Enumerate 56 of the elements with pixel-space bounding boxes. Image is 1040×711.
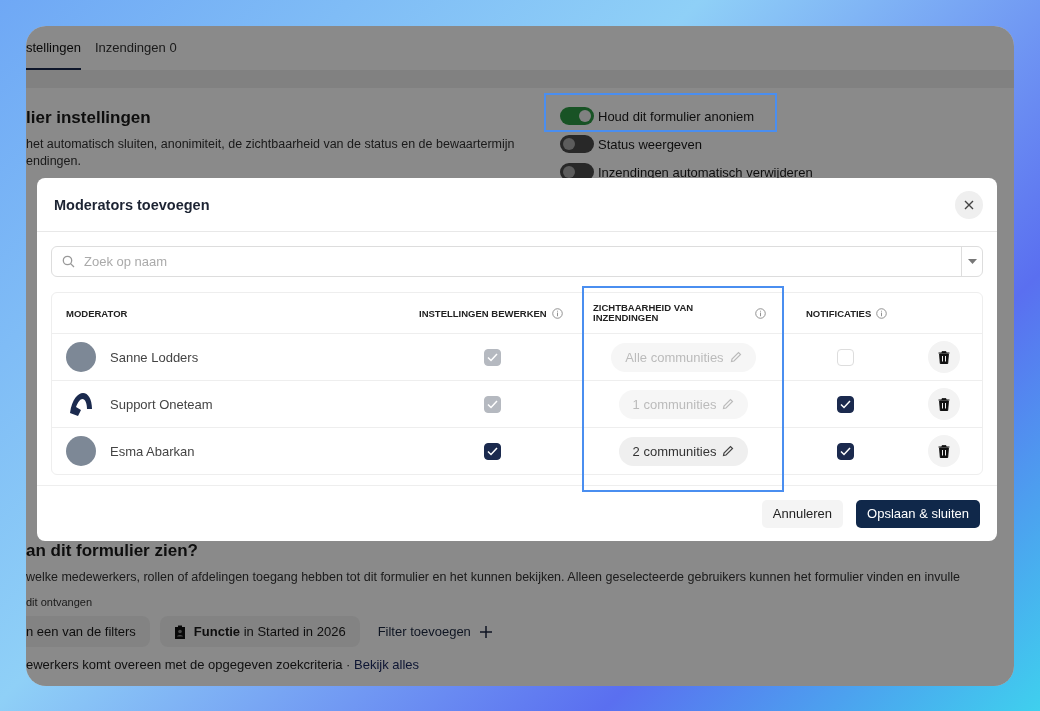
section-title: an dit formulier zien? <box>26 541 199 561</box>
dialog-button[interactable]: Opslaan & sluiten <box>856 499 980 528</box>
checkbox[interactable] <box>836 442 854 460</box>
check-icon <box>486 446 498 456</box>
info-icon <box>755 307 766 319</box>
pencil-icon <box>722 398 735 410</box>
modal-title: Moderators toevoegen <box>54 196 210 213</box>
section-description: het automatisch sluiten, anonimiteit, de zichtbaarheid van de status en de bewaartermijn endingen. <box>26 136 516 170</box>
toggle-switch[interactable] <box>560 107 594 125</box>
toggle-switch[interactable] <box>560 135 594 153</box>
pencil-icon <box>729 351 742 363</box>
column-header: NOTIFICATIES <box>806 307 872 319</box>
column-header: ZICHTBAARHEID VAN INZENDINGEN <box>593 303 695 323</box>
dialog-button[interactable]: Annuleren <box>761 499 844 528</box>
info-icon <box>876 307 888 319</box>
plus-icon <box>478 624 493 639</box>
toggle-label: Status weergeven <box>598 136 703 152</box>
check-icon <box>839 399 851 409</box>
check-icon <box>839 446 851 456</box>
toggle-label: Houd dit formulier anoniem <box>598 108 755 124</box>
pencil-icon <box>722 445 735 457</box>
close-icon <box>964 199 974 210</box>
check-icon <box>486 352 498 362</box>
result-text: ewerkers komt overeen met de opgegeven zoekcriteria · <box>26 657 352 672</box>
delete-button[interactable] <box>928 388 960 420</box>
avatar <box>66 342 96 372</box>
close-button[interactable] <box>955 190 983 219</box>
filter-chip[interactable]: Functie in Started in 2026 <box>159 616 360 647</box>
delete-button[interactable] <box>928 435 960 467</box>
avatar <box>66 436 96 466</box>
moderator-name: Support Oneteam <box>110 396 213 412</box>
info-icon <box>551 307 563 319</box>
section-description: welke medewerkers, rollen of afdelingen toegang hebben tot dit formulier en het kunnen bekijken. Alleen geselecteerde gebruikers kunnen het formulier vinden en invulle <box>26 570 961 584</box>
delete-button[interactable] <box>928 341 960 373</box>
search-icon <box>62 255 75 268</box>
tab[interactable]: Inzendingen 0 <box>94 26 177 70</box>
check-icon <box>486 399 498 409</box>
section-title: lier instellingen <box>26 108 152 128</box>
column-header: MODERATOR <box>66 307 128 319</box>
communities-button[interactable]: 2 communities <box>618 436 749 466</box>
moderator-name: Esma Abarkan <box>110 443 195 459</box>
trash-icon <box>938 350 950 364</box>
moderator-name: Sanne Lodders <box>110 349 199 365</box>
filter-chip[interactable]: n een van de filters <box>26 616 150 647</box>
add-filter-button[interactable]: Filter toevoegen <box>369 624 501 639</box>
trash-icon <box>938 397 950 411</box>
field-label: dit ontvangen <box>26 596 94 608</box>
checkbox[interactable] <box>483 442 501 460</box>
toggle-label: Inzendingen automatisch verwijderen <box>598 164 813 180</box>
column-header: INSTELLINGEN BEWERKEN <box>419 307 547 319</box>
checkbox[interactable] <box>836 395 854 413</box>
search-field[interactable]: Zoek op naam <box>51 246 983 277</box>
view-all-link[interactable]: Bekijk alles <box>354 657 420 672</box>
caret-icon <box>967 259 977 264</box>
trash-icon <box>938 444 950 458</box>
id-badge-icon <box>173 624 186 639</box>
